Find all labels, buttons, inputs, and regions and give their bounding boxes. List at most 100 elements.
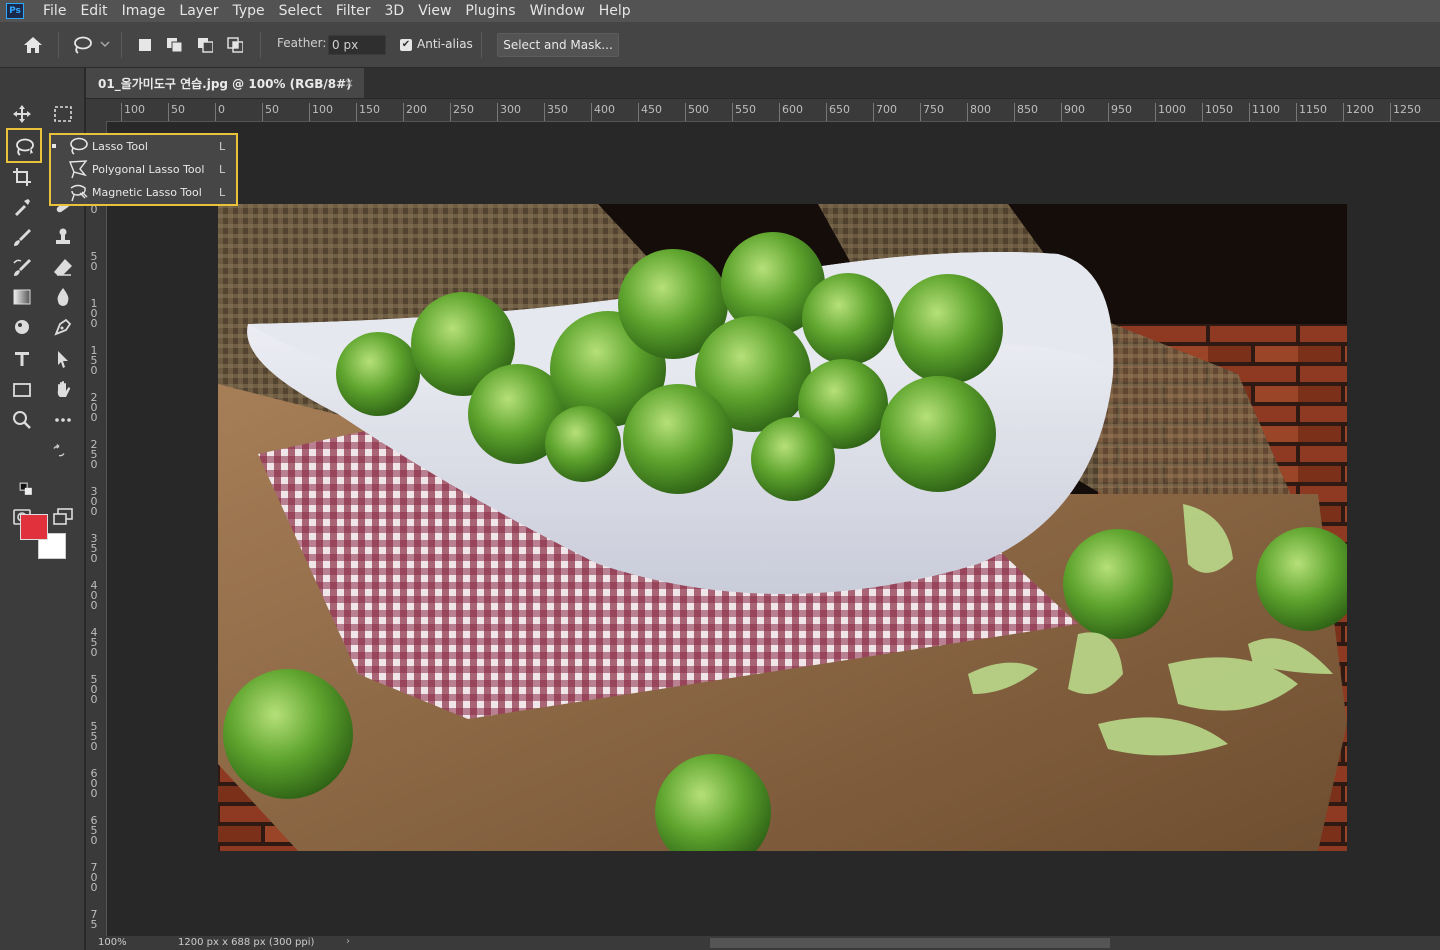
pen-tool-icon[interactable] bbox=[50, 314, 76, 340]
ruler-h-tick bbox=[1108, 103, 1109, 121]
new-selection-icon[interactable] bbox=[137, 37, 153, 53]
flyout-item-polygonal-lasso[interactable]: Polygonal Lasso Tool L bbox=[51, 158, 236, 180]
menu-view[interactable]: View bbox=[411, 0, 458, 22]
chevron-down-icon[interactable] bbox=[99, 38, 111, 50]
move-tool-icon[interactable] bbox=[9, 101, 35, 127]
more-tools-icon[interactable] bbox=[50, 407, 76, 433]
ruler-v-label: 100 bbox=[90, 297, 98, 330]
intersect-selection-icon[interactable] bbox=[227, 37, 243, 53]
ruler-v-label: 350 bbox=[90, 532, 98, 565]
photoshop-logo[interactable]: Ps bbox=[6, 3, 24, 19]
select-and-mask-button[interactable]: Select and Mask... bbox=[497, 33, 619, 57]
ruler-h-tick bbox=[403, 103, 404, 121]
clone-stamp-icon[interactable] bbox=[50, 224, 76, 250]
ruler-h-tick bbox=[262, 103, 263, 121]
lasso-preset-icon[interactable] bbox=[70, 35, 94, 55]
ruler-h-label: 200 bbox=[406, 103, 427, 116]
ruler-v-label: 75 bbox=[90, 908, 98, 931]
default-colors-icon[interactable] bbox=[19, 482, 33, 496]
menu-file[interactable]: File bbox=[36, 0, 73, 22]
gradient-tool-icon[interactable] bbox=[9, 284, 35, 310]
lasso-icon bbox=[68, 136, 88, 156]
ruler-h-tick bbox=[1202, 103, 1203, 121]
home-icon[interactable] bbox=[20, 34, 46, 56]
lasso-tool-highlight bbox=[6, 128, 42, 163]
foreground-color-swatch[interactable] bbox=[20, 514, 48, 540]
ruler-h-tick bbox=[967, 103, 968, 121]
menu-3d[interactable]: 3D bbox=[378, 0, 412, 22]
ruler-v-label: 300 bbox=[90, 485, 98, 518]
brush-tool-icon[interactable] bbox=[9, 224, 35, 250]
history-brush-icon[interactable] bbox=[9, 254, 35, 280]
ruler-h-tick bbox=[826, 103, 827, 121]
close-icon[interactable]: × bbox=[344, 76, 354, 90]
ruler-h-label: 1050 bbox=[1205, 103, 1233, 116]
ruler-v-label: 200 bbox=[90, 391, 98, 424]
feather-input[interactable]: 0 px bbox=[328, 35, 386, 55]
ruler-h-tick bbox=[1343, 103, 1344, 121]
ruler-v-label: 0 bbox=[90, 203, 98, 216]
ruler-v-label: 50 bbox=[90, 250, 98, 273]
flyout-item-magnetic-lasso[interactable]: Magnetic Lasso Tool L bbox=[51, 181, 236, 203]
menu-edit[interactable]: Edit bbox=[73, 0, 114, 22]
ruler-v-label: 150 bbox=[90, 344, 98, 377]
eraser-tool-icon[interactable] bbox=[50, 254, 76, 280]
ruler-h-tick bbox=[1155, 103, 1156, 121]
ruler-h-tick bbox=[873, 103, 874, 121]
zoom-tool-icon[interactable] bbox=[9, 407, 35, 433]
ruler-corner[interactable] bbox=[86, 99, 106, 121]
horizontal-scrollbar[interactable] bbox=[710, 938, 1110, 948]
eyedropper-tool-icon[interactable] bbox=[9, 194, 35, 220]
ruler-h-label: 850 bbox=[1017, 103, 1038, 116]
active-indicator bbox=[52, 144, 56, 148]
ruler-h-tick bbox=[779, 103, 780, 121]
ruler-h-tick bbox=[732, 103, 733, 121]
ruler-h-tick bbox=[544, 103, 545, 121]
ruler-v-label: 600 bbox=[90, 767, 98, 800]
ruler-h-tick bbox=[215, 103, 216, 121]
ruler-h-tick bbox=[450, 103, 451, 121]
flyout-item-lasso[interactable]: Lasso Tool L bbox=[51, 135, 236, 157]
ruler-v-label: 250 bbox=[90, 438, 98, 471]
marquee-tool-icon[interactable] bbox=[50, 101, 76, 127]
screen-mode-icon[interactable] bbox=[50, 504, 76, 530]
ruler-h-label: 450 bbox=[641, 103, 662, 116]
polygonal-lasso-icon bbox=[68, 159, 88, 179]
ruler-h-label: 350 bbox=[547, 103, 568, 116]
menu-filter[interactable]: Filter bbox=[329, 0, 378, 22]
menu-window[interactable]: Window bbox=[523, 0, 592, 22]
ruler-h-label: 800 bbox=[970, 103, 991, 116]
add-selection-icon[interactable] bbox=[166, 37, 182, 53]
status-menu-arrow[interactable]: › bbox=[346, 936, 350, 947]
ruler-h-tick bbox=[168, 103, 169, 121]
crop-tool-icon[interactable] bbox=[9, 164, 35, 190]
document-tab[interactable]: 01_올가미도구 연습.jpg @ 100% (RGB/8#) × bbox=[86, 68, 364, 98]
anti-alias-checkbox[interactable]: ✔ bbox=[400, 39, 412, 51]
zoom-level[interactable]: 100% bbox=[98, 937, 127, 948]
menu-image[interactable]: Image bbox=[115, 0, 173, 22]
ruler-v-label: 650 bbox=[90, 814, 98, 847]
ruler-h-tick bbox=[638, 103, 639, 121]
magnetic-lasso-icon bbox=[68, 182, 88, 202]
document-image[interactable] bbox=[218, 204, 1347, 851]
vertical-ruler: 0 50 100 150 200 250 300 350 400 450 500 550 600 650 7… bbox=[86, 121, 107, 936]
swap-colors-icon[interactable] bbox=[52, 444, 66, 458]
type-tool-icon[interactable] bbox=[9, 346, 35, 372]
rectangle-tool-icon[interactable] bbox=[9, 377, 35, 403]
document-tab-title: 01_올가미도구 연습.jpg @ 100% (RGB/8#) bbox=[98, 76, 352, 91]
blur-tool-icon[interactable] bbox=[50, 284, 76, 310]
menu-plugins[interactable]: Plugins bbox=[458, 0, 522, 22]
dodge-tool-icon[interactable] bbox=[9, 314, 35, 340]
subtract-selection-icon[interactable] bbox=[197, 37, 213, 53]
menu-help[interactable]: Help bbox=[592, 0, 638, 22]
feather-label: Feather: bbox=[277, 36, 327, 50]
path-selection-icon[interactable] bbox=[50, 346, 76, 372]
ruler-h-label: 400 bbox=[594, 103, 615, 116]
hand-tool-icon[interactable] bbox=[50, 377, 76, 403]
ruler-h-label: 600 bbox=[782, 103, 803, 116]
ruler-v-label: 500 bbox=[90, 673, 98, 706]
menu-select[interactable]: Select bbox=[272, 0, 329, 22]
menu-layer[interactable]: Layer bbox=[172, 0, 225, 22]
menu-type[interactable]: Type bbox=[225, 0, 271, 22]
ruler-h-tick bbox=[1390, 103, 1391, 121]
